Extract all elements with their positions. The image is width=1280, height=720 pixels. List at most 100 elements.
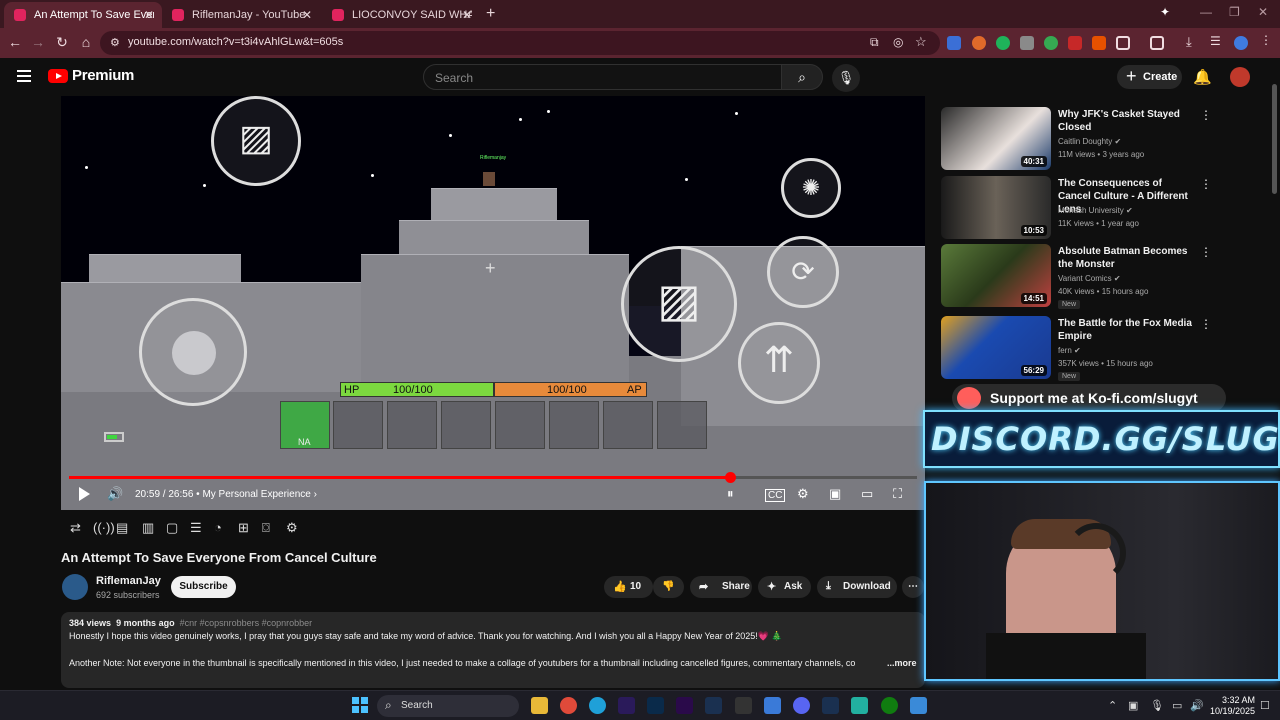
recommendation-channel[interactable]: fern ✔ bbox=[1058, 346, 1081, 355]
joystick[interactable] bbox=[139, 298, 247, 406]
search-input[interactable]: Search bbox=[423, 64, 782, 90]
install-app-icon[interactable]: ⧉ bbox=[870, 35, 879, 50]
create-button[interactable]: Create bbox=[1117, 65, 1182, 89]
home-icon[interactable]: ⌂ bbox=[77, 34, 95, 50]
taskbar-search[interactable]: Search bbox=[377, 695, 519, 717]
joystick-thumb[interactable] bbox=[172, 331, 216, 375]
more-options-icon[interactable]: ⋮ bbox=[1200, 108, 1212, 122]
chrome-icon[interactable] bbox=[560, 697, 577, 714]
favorite-star-icon[interactable]: ☆ bbox=[915, 34, 927, 50]
extension-icon[interactable] bbox=[1068, 36, 1082, 50]
autoplay-toggle-icon[interactable]: ⏸ bbox=[727, 486, 734, 502]
thumbnail[interactable]: 56:29 bbox=[941, 316, 1051, 379]
recommendation-channel[interactable]: Caitlin Doughty ✔ bbox=[1058, 137, 1121, 146]
fire-button-icon[interactable]: ▨ bbox=[621, 246, 737, 362]
downloads-icon[interactable]: ⤓ bbox=[1186, 34, 1200, 49]
tab-lioconvoy[interactable]: LIOCONVOY SAID WHAT?! | Rif ✕ bbox=[322, 2, 480, 28]
fullscreen-icon[interactable]: ⛶ bbox=[893, 486, 902, 502]
jump-button-icon[interactable]: ⇈ bbox=[738, 322, 820, 404]
close-tab-icon[interactable]: ✕ bbox=[144, 8, 154, 22]
miniplayer-icon[interactable]: ▣ bbox=[829, 486, 841, 502]
inventory-slot[interactable] bbox=[549, 401, 599, 449]
recommendation-title[interactable]: The Battle for the Fox Media Empire bbox=[1058, 317, 1193, 343]
browser-menu-icon[interactable]: ⋮ bbox=[1260, 33, 1274, 47]
edge-icon[interactable] bbox=[589, 697, 606, 714]
notifications-icon[interactable]: ☐ bbox=[1260, 699, 1270, 712]
recommendation-title[interactable]: Why JFK's Casket Stayed Closed bbox=[1058, 108, 1193, 134]
switch-weapon-icon[interactable]: ⟳ bbox=[767, 236, 839, 308]
maximize-icon[interactable]: ❐ bbox=[1229, 5, 1240, 19]
inventory-slot[interactable] bbox=[657, 401, 707, 449]
voice-search-icon[interactable]: 🎙 bbox=[832, 64, 860, 92]
volume-icon[interactable]: 🔊 bbox=[107, 486, 123, 502]
taskbar-clock[interactable]: 3:32 AM 10/19/2025 bbox=[1210, 695, 1255, 717]
photoshop-icon[interactable] bbox=[647, 697, 664, 714]
minimize-icon[interactable]: — bbox=[1200, 5, 1212, 19]
recommendation-title[interactable]: Absolute Batman Becomes the Monster bbox=[1058, 245, 1193, 271]
add-icon[interactable]: ⊞ bbox=[238, 520, 249, 536]
forward-icon[interactable]: → bbox=[29, 34, 47, 50]
extensions-menu-icon[interactable] bbox=[1116, 36, 1130, 50]
settings-gear-icon[interactable]: ⚙ bbox=[797, 486, 809, 502]
play-icon[interactable] bbox=[79, 487, 90, 501]
recommendation-channel[interactable]: Monash University ✔ bbox=[1058, 206, 1133, 215]
speed-icon[interactable]: ◔ bbox=[214, 520, 222, 535]
grammarly-extension-icon[interactable] bbox=[996, 36, 1010, 50]
recommendation-channel[interactable]: Variant Comics ✔ bbox=[1058, 274, 1121, 283]
app-icon[interactable] bbox=[910, 697, 927, 714]
avatar[interactable] bbox=[1230, 67, 1250, 87]
enhancer-settings-icon[interactable]: ⚙ bbox=[286, 520, 298, 536]
reload-ammo-icon[interactable]: ▨ bbox=[211, 96, 301, 186]
close-tab-icon[interactable]: ✕ bbox=[462, 8, 472, 22]
thumbnail[interactable]: 14:51 bbox=[941, 244, 1051, 307]
microphone-icon[interactable]: 🎙 bbox=[1150, 699, 1164, 712]
hamburger-menu-icon[interactable] bbox=[17, 70, 31, 82]
cinema-icon[interactable]: ▥ bbox=[142, 520, 154, 536]
more-options-icon[interactable]: ⋮ bbox=[1200, 317, 1212, 331]
thumbnail[interactable]: 10:53 bbox=[941, 176, 1051, 239]
steam-icon[interactable] bbox=[822, 697, 839, 714]
more-options-icon[interactable]: ⋮ bbox=[1200, 245, 1212, 259]
tab-riflemanjay-channel[interactable]: RiflemanJay - YouTube ✕ bbox=[162, 2, 320, 28]
collections-icon[interactable]: ☰ bbox=[1210, 34, 1224, 48]
extension-icon[interactable] bbox=[1044, 36, 1058, 50]
tray-app-icon[interactable]: ▣ bbox=[1128, 699, 1138, 712]
extension-icon[interactable] bbox=[1020, 36, 1034, 50]
file-explorer-icon[interactable] bbox=[531, 697, 548, 714]
hashtags[interactable]: #cnr #copsnrobbers #copnrobber bbox=[180, 618, 313, 628]
network-icon[interactable]: ▭ bbox=[1172, 699, 1182, 712]
popup-icon[interactable]: ▢ bbox=[166, 520, 178, 536]
list-icon[interactable]: ☰ bbox=[190, 520, 202, 536]
after-effects-icon[interactable] bbox=[618, 697, 635, 714]
page-scrollbar[interactable] bbox=[1272, 84, 1277, 194]
steam-icon[interactable] bbox=[705, 697, 722, 714]
search-button[interactable]: ⌕ bbox=[781, 64, 823, 90]
extension-icon[interactable] bbox=[1092, 36, 1106, 50]
loop-icon[interactable]: ⇄ bbox=[70, 520, 81, 536]
show-more-link[interactable]: ...more bbox=[887, 658, 917, 668]
close-window-icon[interactable]: ✕ bbox=[1258, 5, 1268, 19]
spray-can-icon[interactable]: ✺ bbox=[781, 158, 841, 218]
inventory-slot[interactable] bbox=[333, 401, 383, 449]
description-box[interactable]: 384 views 9 months ago #cnr #copsnrobber… bbox=[61, 612, 925, 688]
subtitles-icon[interactable]: CC bbox=[765, 489, 786, 502]
translate-extension-icon[interactable] bbox=[947, 36, 961, 50]
youtube-logo-icon[interactable] bbox=[48, 69, 68, 83]
discord-icon[interactable] bbox=[793, 697, 810, 714]
tab-current-video[interactable]: An Attempt To Save Everyone F ✕ bbox=[4, 2, 162, 28]
more-options-icon[interactable]: ⋮ bbox=[1200, 177, 1212, 191]
screenshot-icon[interactable]: ▤ bbox=[116, 520, 128, 536]
copilot-icon[interactable]: ✦ bbox=[1160, 5, 1170, 19]
more-actions-button[interactable]: ⋯ bbox=[902, 576, 924, 598]
like-button[interactable]: 👍 10 bbox=[604, 576, 653, 598]
channel-name[interactable]: RiflemanJay bbox=[96, 575, 161, 587]
inventory-slot[interactable] bbox=[495, 401, 545, 449]
inventory-slot[interactable] bbox=[603, 401, 653, 449]
close-tab-icon[interactable]: ✕ bbox=[302, 8, 312, 22]
subscribe-button[interactable]: Subscribe bbox=[171, 576, 236, 598]
split-screen-icon[interactable] bbox=[1150, 36, 1164, 50]
thumbnail[interactable]: 40:31 bbox=[941, 107, 1051, 170]
address-bar[interactable]: ⚙ youtube.com/watch?v=t3i4vAhlGLw&t=605s… bbox=[100, 31, 940, 55]
extension-icon[interactable] bbox=[972, 36, 986, 50]
video-player[interactable]: Riflemanjay + ▨ ✺ ⟳ ▨ ⇈ HP 100/100 100/1… bbox=[61, 96, 925, 510]
